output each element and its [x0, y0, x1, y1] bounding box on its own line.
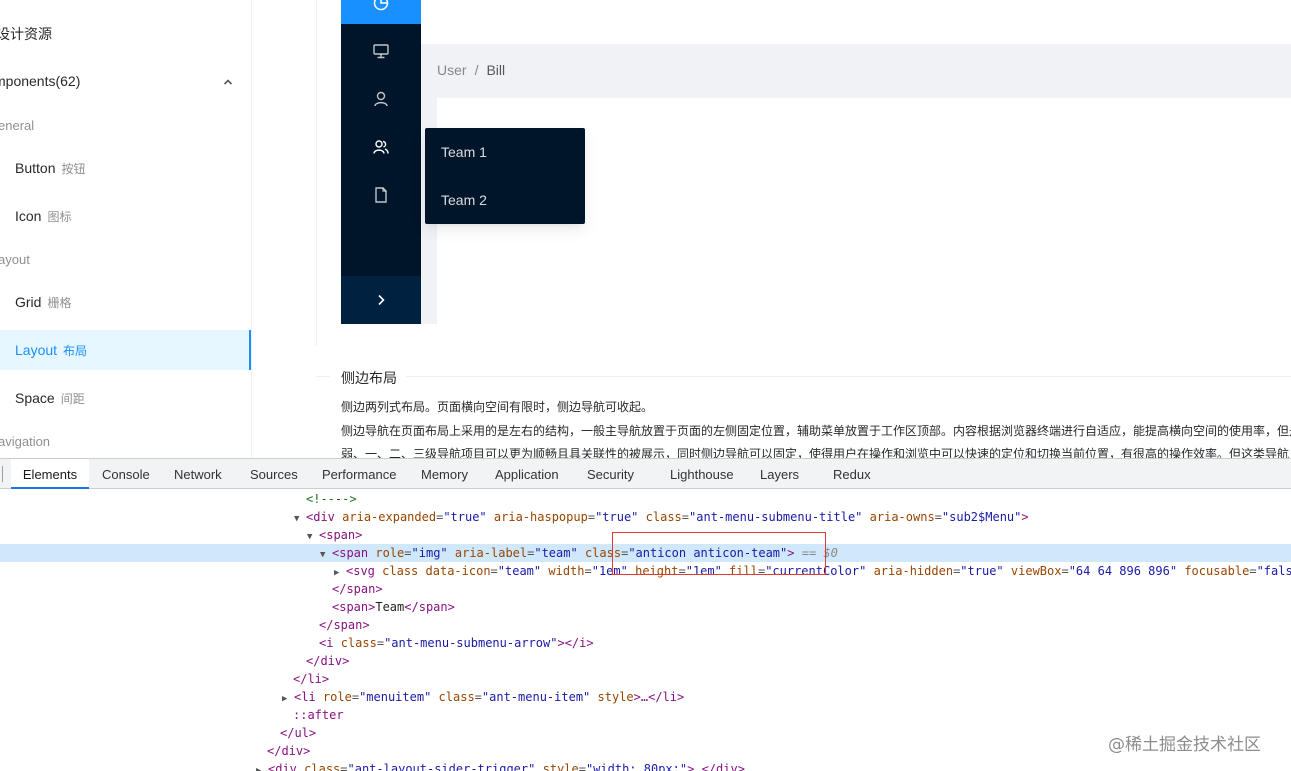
sidebar-item-grid[interactable]: Grid 栅格: [0, 282, 251, 322]
sidebar-item-icon[interactable]: Icon 图标: [0, 196, 251, 236]
devtools-tab-bar: Elements Console Network Sources Perform…: [0, 459, 1291, 489]
main-content: User / Bill Team 1 Team 2 侧边布局 侧边两列式布局。页面横…: [252, 0, 1291, 458]
menu-item-team-2[interactable]: Team 2: [425, 176, 585, 224]
description-paragraph: 侧边两列式布局。页面横向空间有限时，侧边导航可收起。: [341, 400, 654, 414]
tab-redux[interactable]: Redux: [833, 459, 871, 489]
collapsed-triangle-icon[interactable]: ▶: [256, 762, 268, 771]
dom-node-menuitem[interactable]: ▶ <li role="menuitem" class="ant-menu-ite…: [0, 688, 1291, 706]
pie-chart-icon: [373, 0, 389, 11]
dom-node-close-div[interactable]: </div>: [0, 652, 1291, 670]
dom-node-close-li[interactable]: </li>: [0, 670, 1291, 688]
sidebar-item-sublabel: 布局: [63, 344, 88, 358]
sidebar-item-space[interactable]: Space 间距: [0, 378, 251, 418]
description-paragraph: 侧边导航在页面布局上采用的是左右的结构，一般主导航放置于页面的左侧固定位置，辅助…: [341, 424, 1291, 438]
chevron-right-icon: [378, 294, 385, 306]
sidebar-item-sublabel: 图标: [47, 210, 72, 224]
tab-elements[interactable]: Elements: [11, 459, 89, 489]
description-paragraph: 弱、一、二、三级导航项目可以更为顺畅且具关联性的被展示，同时侧边导航可以固定，使…: [341, 447, 1290, 458]
desktop-icon[interactable]: [372, 42, 390, 60]
dom-node-comment[interactable]: <!---->: [0, 490, 1291, 508]
components-group-title[interactable]: mponents(62): [0, 73, 80, 89]
tab-performance[interactable]: Performance: [322, 459, 396, 489]
category-layout: ayout: [0, 252, 30, 267]
sidebar-item-sublabel: 按钮: [61, 162, 86, 176]
dom-node-close-span[interactable]: </span>: [0, 580, 1291, 598]
docs-sidebar: 设计资源 mponents(62) eneral Button 按钮 Icon 图标…: [0, 0, 252, 458]
dom-node-close-ul[interactable]: </ul>: [0, 724, 1291, 742]
tab-console[interactable]: Console: [102, 459, 150, 489]
section-divider: [316, 376, 1291, 377]
breadcrumb: User / Bill: [437, 62, 505, 78]
dom-node-pseudo-after[interactable]: ::after: [0, 706, 1291, 724]
user-icon[interactable]: [372, 90, 390, 108]
dom-node-close-div[interactable]: </div>: [0, 742, 1291, 760]
tab-memory[interactable]: Memory: [421, 459, 468, 489]
sidebar-item-label: Button: [15, 160, 56, 176]
category-general: eneral: [0, 118, 35, 133]
team-submenu-popup: Team 1 Team 2: [425, 128, 585, 224]
demo-sider: [341, 0, 421, 324]
sidebar-item-button[interactable]: Button 按钮: [0, 148, 251, 188]
dom-node-sider-trigger[interactable]: ▶ <div class="ant-layout-sider-trigger" s…: [0, 760, 1291, 771]
sidebar-item-sublabel: 间距: [60, 392, 85, 406]
tab-lighthouse[interactable]: Lighthouse: [670, 459, 734, 489]
sidebar-item-label: Space: [15, 390, 55, 406]
tab-network[interactable]: Network: [174, 459, 222, 489]
breadcrumb-item-user[interactable]: User: [437, 62, 467, 78]
sidebar-item-label: Grid: [15, 294, 42, 310]
dom-node-submenu-title[interactable]: ▼ <div aria-expanded="true" aria-haspopup…: [0, 508, 1291, 526]
sidebar-item-layout[interactable]: Layout 布局: [0, 330, 251, 370]
dom-node-close-span[interactable]: </span>: [0, 616, 1291, 634]
dom-node-span-team[interactable]: <span>Team</span>: [0, 598, 1291, 616]
tab-layers[interactable]: Layers: [760, 459, 799, 489]
menu-item-team-1[interactable]: Team 1: [425, 128, 585, 176]
tab-application[interactable]: Application: [495, 459, 559, 489]
category-navigation: avigation: [0, 434, 51, 449]
sider-menu-item-selected[interactable]: [341, 0, 421, 24]
sidebar-item-sublabel: 栅格: [47, 296, 72, 310]
chevron-up-icon[interactable]: [222, 76, 234, 88]
devtools-panel: Elements Console Network Sources Perform…: [0, 458, 1291, 771]
sider-collapse-trigger[interactable]: [341, 276, 421, 324]
design-resources-link[interactable]: 设计资源: [0, 24, 52, 44]
breadcrumb-separator: /: [474, 62, 479, 78]
tab-security[interactable]: Security: [587, 459, 634, 489]
breadcrumb-item-bill: Bill: [486, 62, 506, 78]
sidebar-item-label: Layout: [15, 342, 58, 358]
sidebar-item-label: Icon: [15, 208, 42, 224]
file-icon[interactable]: [372, 186, 390, 204]
annotation-highlight-box: [612, 532, 826, 575]
team-icon[interactable]: [372, 138, 390, 156]
dom-node-submenu-arrow[interactable]: <i class="ant-menu-submenu-arrow"></i>: [0, 634, 1291, 652]
section-title: 侧边布局: [341, 370, 397, 386]
tab-sources[interactable]: Sources: [250, 459, 298, 489]
watermark: @稀土掘金技术社区: [1108, 735, 1261, 755]
